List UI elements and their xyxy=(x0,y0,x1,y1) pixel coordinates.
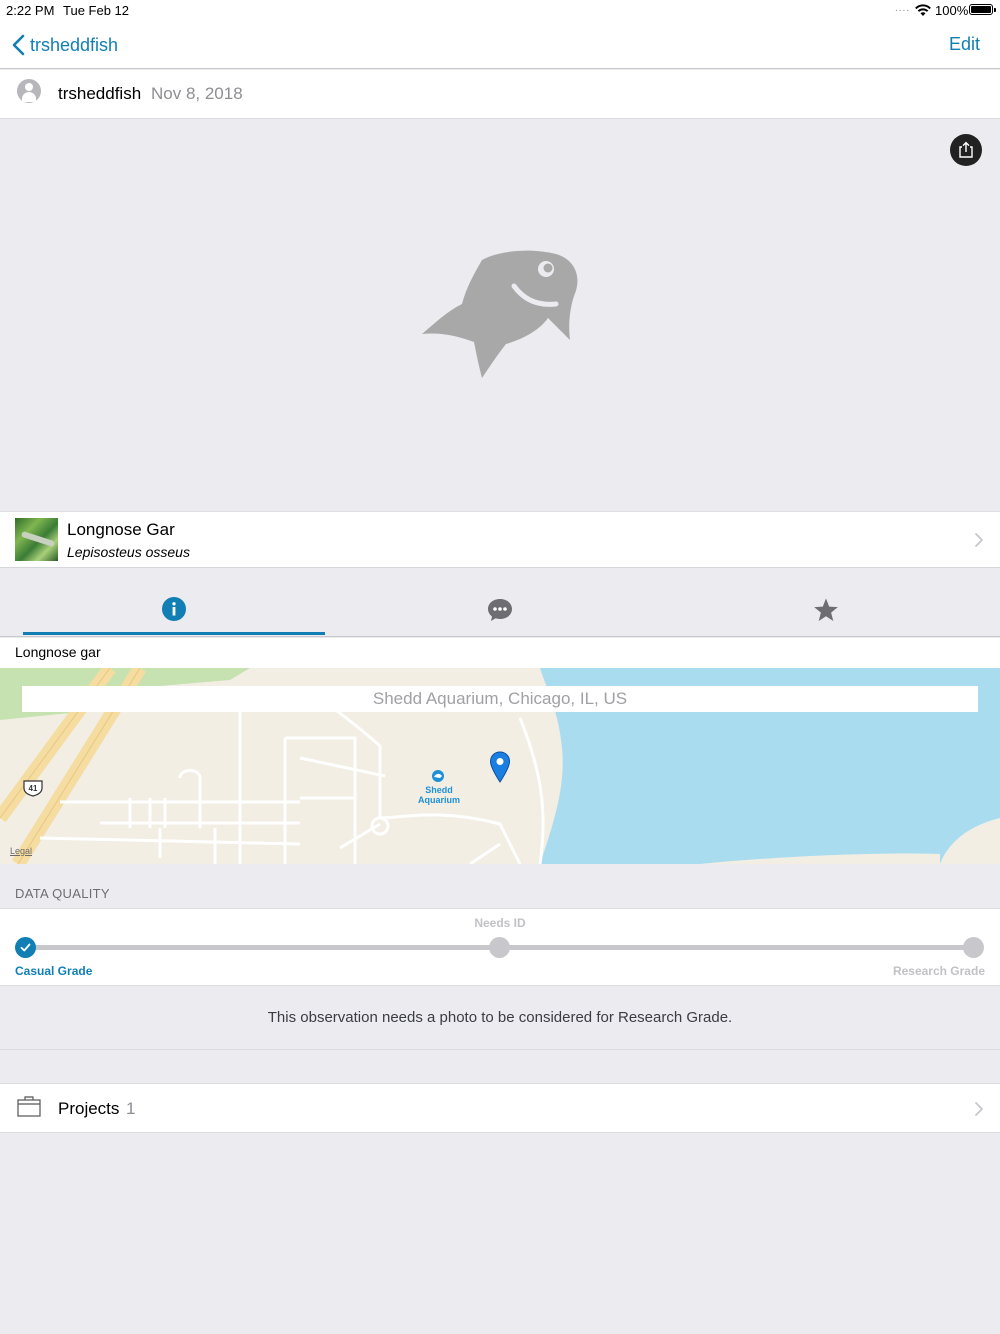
edit-button[interactable]: Edit xyxy=(949,34,980,55)
wifi-icon xyxy=(915,4,931,16)
taxon-common-name: Longnose Gar xyxy=(67,520,175,539)
active-tab-indicator xyxy=(23,632,325,635)
map-pin-icon[interactable] xyxy=(489,751,511,783)
casual-grade-label: Casual Grade xyxy=(15,964,93,978)
share-button[interactable] xyxy=(950,134,982,166)
back-button[interactable]: trsheddfish xyxy=(12,32,118,58)
projects-label: Projects xyxy=(58,1099,120,1118)
data-quality-note-text: This observation needs a photo to be con… xyxy=(267,1009,733,1026)
observer-row[interactable]: trsheddfish Nov 8, 2018 xyxy=(0,70,1000,119)
user-avatar-icon xyxy=(17,79,41,103)
back-button-label: trsheddfish xyxy=(30,34,119,55)
navigation-bar: trsheddfish Edit xyxy=(0,20,1000,69)
photo-area xyxy=(0,120,1000,510)
observation-map[interactable]: Shedd Aquarium, Chicago, IL, US 41 Shedd… xyxy=(0,668,1000,864)
briefcase-icon xyxy=(17,1096,41,1117)
star-icon xyxy=(814,598,838,621)
fish-placeholder-icon xyxy=(422,250,578,378)
battery-icon xyxy=(969,4,996,15)
casual-grade-dot xyxy=(15,937,36,958)
tab-info[interactable] xyxy=(24,569,324,636)
highway-shield-icon: 41 xyxy=(23,780,43,797)
checkmark-icon xyxy=(20,943,31,952)
observer-username: trsheddfish xyxy=(58,84,142,103)
data-quality-note: This observation needs a photo to be con… xyxy=(0,987,1000,1050)
taxon-row[interactable]: Longnose Gar Lepisosteus osseus xyxy=(0,511,1000,568)
info-icon xyxy=(162,597,186,621)
speech-bubble-icon xyxy=(488,599,512,621)
highway-shield-number: 41 xyxy=(29,784,38,793)
needs-id-label: Needs ID xyxy=(474,916,526,930)
place-guess-bar: Shedd Aquarium, Chicago, IL, US xyxy=(22,686,978,712)
tab-activity[interactable] xyxy=(350,569,650,636)
battery-percentage: 100% xyxy=(935,3,969,18)
detail-tabs xyxy=(0,569,1000,637)
observation-notes: Longnose gar xyxy=(0,638,1000,668)
status-bar: 2:22 PM Tue Feb 12 .... 100% xyxy=(0,0,1000,20)
projects-count: 1 xyxy=(126,1099,136,1118)
projects-row[interactable]: Projects 1 xyxy=(0,1083,1000,1133)
map-legal-link[interactable]: Legal xyxy=(10,846,32,856)
chevron-right-icon xyxy=(975,1102,983,1116)
tab-favorites[interactable] xyxy=(676,569,976,636)
share-icon xyxy=(959,141,973,158)
taxon-thumbnail xyxy=(15,518,58,561)
taxon-scientific-name: Lepisosteus osseus xyxy=(67,544,190,560)
data-quality-header: DATA QUALITY xyxy=(15,886,110,901)
notes-text: Longnose gar xyxy=(15,644,101,660)
data-quality-meter: Needs ID Casual Grade Research Grade xyxy=(0,908,1000,986)
research-grade-dot xyxy=(963,937,984,958)
observation-date: Nov 8, 2018 xyxy=(151,84,243,103)
status-date: Tue Feb 12 xyxy=(63,3,130,18)
needs-id-dot xyxy=(489,937,510,958)
cellular-signal-icon: .... xyxy=(895,3,911,14)
chevron-right-icon xyxy=(975,533,983,547)
map-poi-label: Shedd Aquarium xyxy=(417,785,460,805)
status-time: 2:22 PM xyxy=(6,3,55,18)
research-grade-label: Research Grade xyxy=(892,964,985,978)
chevron-left-icon xyxy=(12,34,25,56)
